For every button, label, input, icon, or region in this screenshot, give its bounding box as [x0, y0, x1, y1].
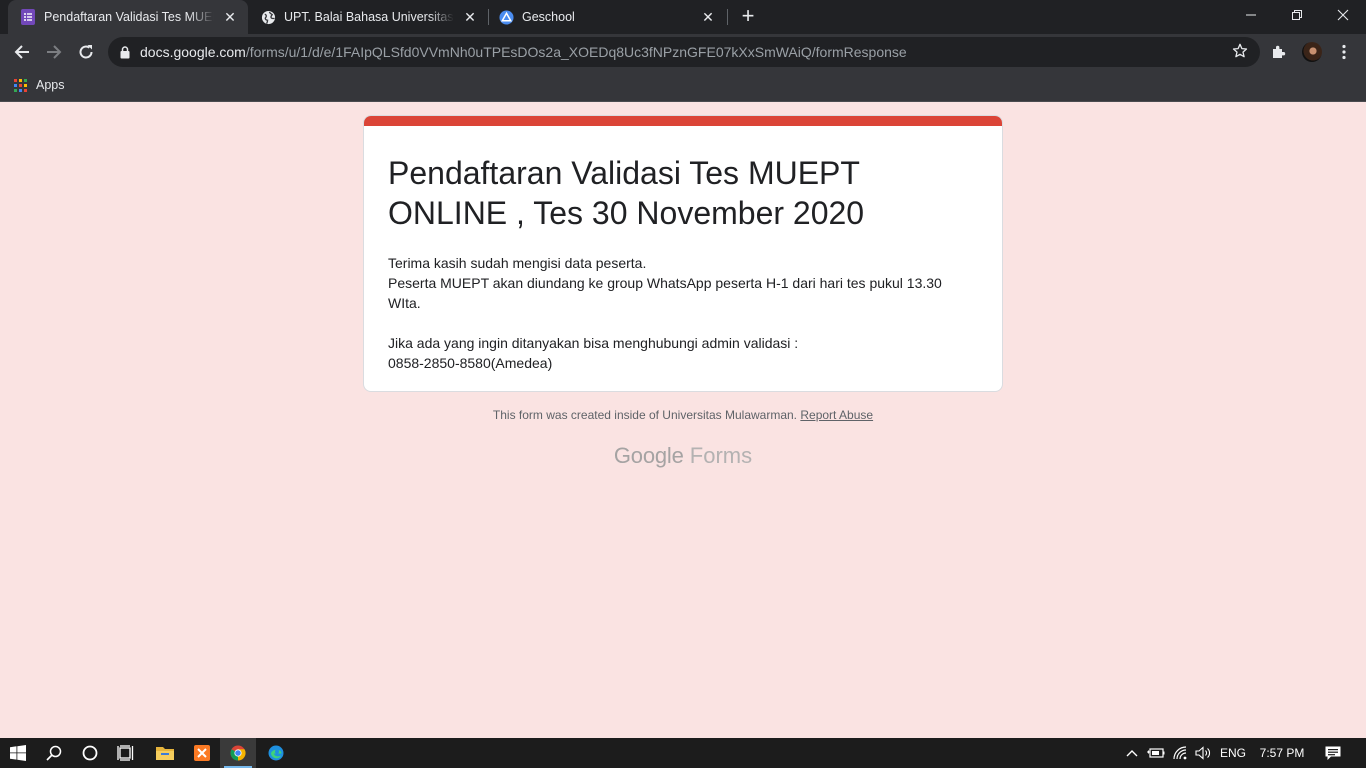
message-line: [388, 313, 978, 333]
restore-button[interactable]: [1274, 0, 1320, 30]
bookmarks-bar: Apps: [0, 70, 1366, 102]
tab-separator: [727, 9, 728, 25]
back-button[interactable]: [6, 36, 38, 68]
start-button[interactable]: [0, 738, 36, 768]
lock-icon: [120, 45, 130, 59]
xampp-icon: [194, 745, 210, 761]
close-icon[interactable]: ✕: [698, 7, 718, 27]
forward-button[interactable]: [38, 36, 70, 68]
tab-upt-balai-bahasa[interactable]: UPT. Balai Bahasa Universitas Mulawarman…: [248, 0, 488, 34]
action-center-button[interactable]: [1318, 738, 1348, 768]
task-view-icon: [117, 745, 134, 761]
window-close-button[interactable]: [1320, 0, 1366, 30]
close-icon[interactable]: ✕: [460, 7, 480, 27]
url-host: docs.google.com: [140, 44, 246, 60]
menu-button[interactable]: [1328, 36, 1360, 68]
windows-logo-icon: [10, 745, 26, 761]
confirmation-message: Terima kasih sudah mengisi data peserta.…: [388, 253, 978, 373]
form-footer-note: This form was created inside of Universi…: [0, 408, 1366, 422]
geschool-icon: [498, 9, 514, 25]
bookmark-apps[interactable]: Apps: [14, 78, 65, 92]
extensions-button[interactable]: [1263, 36, 1295, 68]
wifi-icon: [1173, 746, 1187, 760]
tab-title: Pendaftaran Validasi Tes MUEPT ONLINE , …: [44, 10, 214, 24]
windows-taskbar: ENG 7:57 PM: [0, 738, 1366, 768]
taskbar-xampp[interactable]: [184, 738, 220, 768]
notification-icon: [1325, 746, 1341, 760]
reload-button[interactable]: [70, 36, 102, 68]
message-line: 0858-2850-8580(Amedea): [388, 355, 553, 371]
tab-title: Geschool: [522, 10, 575, 24]
form-title: Pendaftaran Validasi Tes MUEPT ONLINE , …: [388, 155, 865, 231]
bookmark-star-icon[interactable]: [1232, 43, 1248, 64]
bookmark-label: Apps: [36, 78, 65, 92]
google-forms-icon: [20, 9, 36, 25]
tab-pendaftaran[interactable]: Pendaftaran Validasi Tes MUEPT ONLINE , …: [8, 0, 248, 34]
reload-icon: [79, 45, 93, 59]
tray-overflow-button[interactable]: [1123, 738, 1141, 768]
more-vertical-icon: [1342, 44, 1346, 60]
close-icon[interactable]: ✕: [220, 7, 240, 27]
tab-geschool[interactable]: Geschool ✕: [486, 0, 726, 34]
arrow-left-icon: [14, 45, 29, 59]
avatar: [1302, 42, 1322, 62]
volume-control[interactable]: [1193, 738, 1213, 768]
chrome-icon: [230, 745, 246, 761]
browser-tab-strip: Pendaftaran Validasi Tes MUEPT ONLINE , …: [0, 0, 1366, 34]
cortana-circle-icon: [82, 745, 98, 761]
restore-icon: [1292, 10, 1302, 20]
message-line: Terima kasih sudah mengisi data peserta.: [388, 255, 647, 271]
system-clock[interactable]: 7:57 PM: [1256, 738, 1308, 768]
apps-grid-icon: [14, 78, 27, 92]
arrow-right-icon: [47, 45, 62, 59]
folder-icon: [156, 747, 174, 760]
message-line: Jika ada yang ingin ditanyakan bisa meng…: [388, 335, 799, 351]
taskbar-chrome[interactable]: [220, 738, 256, 768]
url-path: /forms/u/1/d/e/1FAIpQLSfd0VVmNh0uTPEsDOs…: [245, 44, 907, 60]
url-text: docs.google.com/forms/u/1/d/e/1FAIpQLSfd…: [140, 44, 907, 60]
report-abuse-link[interactable]: Report Abuse: [800, 408, 873, 422]
profile-button[interactable]: [1296, 36, 1328, 68]
input-language[interactable]: ENG: [1216, 738, 1250, 768]
google-wordmark: Google: [613, 443, 684, 468]
message-line: Peserta MUEPT akan diundang ke group Wha…: [388, 275, 942, 311]
cortana-button[interactable]: [72, 738, 108, 768]
taskbar-edge[interactable]: [258, 738, 294, 768]
google-forms-logo[interactable]: Google Forms: [0, 443, 1366, 469]
speaker-icon: [1195, 746, 1210, 760]
minimize-icon: [1246, 14, 1256, 16]
form-confirmation-card: Pendaftaran Validasi Tes MUEPT ONLINE , …: [363, 115, 1003, 392]
taskbar-file-explorer[interactable]: [147, 738, 183, 768]
tab-title: UPT. Balai Bahasa Universitas Mulawarman: [284, 10, 454, 24]
battery-status[interactable]: [1145, 738, 1167, 768]
browser-toolbar: docs.google.com/forms/u/1/d/e/1FAIpQLSfd…: [0, 34, 1366, 70]
form-accent-bar: [364, 116, 1002, 126]
globe-icon: [260, 9, 276, 25]
forms-wordmark: Forms: [689, 443, 753, 468]
close-icon: [1337, 9, 1349, 21]
network-status[interactable]: [1171, 738, 1191, 768]
search-button[interactable]: [36, 738, 72, 768]
edge-icon: [268, 745, 284, 761]
footer-note-text: This form was created inside of Universi…: [492, 408, 798, 422]
minimize-button[interactable]: [1228, 0, 1274, 30]
battery-icon: [1147, 748, 1165, 758]
new-tab-button[interactable]: +: [736, 5, 760, 29]
puzzle-icon: [1273, 45, 1286, 58]
task-view-button[interactable]: [108, 738, 144, 768]
search-icon: [46, 745, 62, 761]
chevron-up-icon: [1126, 750, 1138, 757]
address-bar[interactable]: docs.google.com/forms/u/1/d/e/1FAIpQLSfd…: [108, 37, 1260, 67]
